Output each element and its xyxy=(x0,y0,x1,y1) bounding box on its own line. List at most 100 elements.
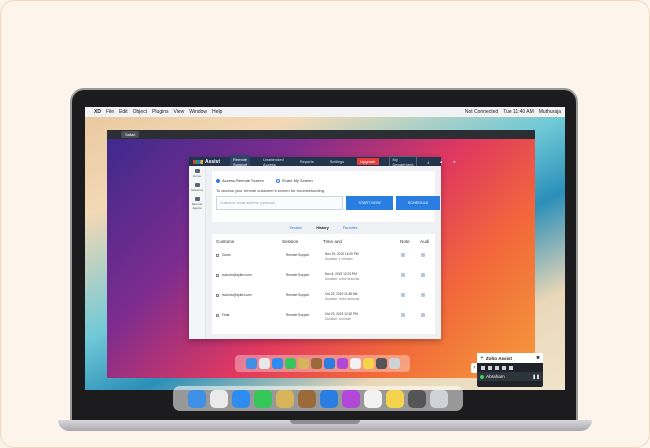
schedule-button[interactable]: SCHEDULE xyxy=(396,196,440,210)
notes-icon[interactable] xyxy=(362,358,374,369)
podcasts-icon[interactable] xyxy=(336,358,348,369)
mail-icon[interactable] xyxy=(323,358,335,369)
radio-selected-icon xyxy=(216,178,220,183)
widget-user-name: Abraham xyxy=(486,374,505,379)
radio-share-screen[interactable]: Share My Screen xyxy=(275,178,313,183)
remote-app-safari[interactable]: Safari xyxy=(121,131,140,138)
mail-icon[interactable] xyxy=(320,389,338,408)
finder-icon[interactable] xyxy=(188,389,206,408)
row-checkbox[interactable] xyxy=(216,314,219,317)
audit-icon[interactable] xyxy=(421,253,425,257)
tab-history[interactable]: History xyxy=(316,226,328,233)
online-status-icon xyxy=(480,374,484,379)
table-row[interactable]: Frida Remote Support Oct 23, 2019 12:52 PM… xyxy=(212,312,435,328)
tab-session[interactable]: Session xyxy=(290,226,303,233)
trash-icon[interactable] xyxy=(388,358,400,369)
table-header: Custome Session Time and Note Audi xyxy=(212,239,435,247)
laptop-screen: XD File Edit Object Plugins View Window … xyxy=(85,107,565,390)
tool-icon[interactable] xyxy=(481,365,485,370)
row-time: Oct 23, 2019 11:38 AM xyxy=(325,292,358,296)
row-customer: rsolomo@zylker.com xyxy=(222,293,252,297)
radio-empty-icon xyxy=(275,178,280,183)
trash-icon[interactable] xyxy=(430,389,448,408)
col-note[interactable]: Note xyxy=(400,239,410,244)
radio-label: Access Remote Screen xyxy=(222,178,264,183)
menu-object[interactable]: Object xyxy=(133,109,147,115)
menubar-clock[interactable]: Tue 11:40 AM xyxy=(503,109,534,115)
reminders-icon[interactable] xyxy=(364,389,382,408)
row-checkbox[interactable] xyxy=(216,294,219,297)
menu-file[interactable]: File xyxy=(106,109,114,115)
photos-icon[interactable] xyxy=(310,358,322,369)
notes-icon[interactable] xyxy=(386,389,404,408)
sidebar-item-home[interactable]: Home xyxy=(189,166,205,180)
connection-status[interactable]: Not Connected xyxy=(465,109,498,115)
radio-access-remote[interactable]: Access Remote Screen xyxy=(216,178,264,183)
menubar-user[interactable]: Muthuraja xyxy=(539,109,561,115)
pause-icon[interactable]: ❚❚ xyxy=(532,374,540,380)
menu-window[interactable]: Window xyxy=(189,109,207,115)
widget-toolbar xyxy=(477,363,543,372)
sidebar-item-sessions[interactable]: Sessions xyxy=(189,180,205,194)
sidebar-item-remote-agents[interactable]: Remote Agents xyxy=(189,194,205,212)
tab-reports[interactable]: Reports xyxy=(297,157,317,166)
reminders-icon[interactable] xyxy=(349,358,361,369)
widget-user-row[interactable]: Abraham ❚❚ xyxy=(477,372,543,381)
chrome-icon[interactable] xyxy=(258,358,270,369)
col-customer[interactable]: Custome xyxy=(216,239,234,244)
row-time: Nov 8, 2019 12:23 PM xyxy=(325,272,357,276)
tab-favorites[interactable]: Favorites xyxy=(343,226,358,233)
chrome-icon[interactable] xyxy=(210,389,228,408)
row-duration: Duration: 1 minutes xyxy=(325,257,353,261)
upgrade-button[interactable]: Upgrade xyxy=(357,158,379,165)
tool-icon[interactable] xyxy=(488,365,492,370)
agents-icon xyxy=(194,197,200,201)
start-now-button[interactable]: START NOW xyxy=(346,196,393,210)
brand: Assist xyxy=(193,159,220,165)
messages-icon[interactable] xyxy=(254,389,272,408)
podcasts-icon[interactable] xyxy=(342,389,360,408)
row-checkbox[interactable] xyxy=(216,274,219,277)
customer-email-input[interactable]: Customer email address (optional) xyxy=(216,196,343,210)
tab-settings[interactable]: Settings xyxy=(327,157,347,166)
col-session[interactable]: Session xyxy=(282,239,298,244)
tool-icon[interactable] xyxy=(495,365,499,370)
tool-icon[interactable] xyxy=(502,365,506,370)
audit-icon[interactable] xyxy=(421,313,425,317)
menu-help[interactable]: Help xyxy=(212,109,222,115)
audit-icon[interactable] xyxy=(421,273,425,277)
menu-view[interactable]: View xyxy=(174,109,185,115)
row-checkbox[interactable] xyxy=(216,254,219,257)
maps-icon[interactable] xyxy=(276,389,294,408)
bell-icon[interactable]: ▲ xyxy=(439,159,443,164)
audit-icon[interactable] xyxy=(421,293,425,297)
download-icon[interactable]: ⤓ xyxy=(427,159,429,164)
messages-icon[interactable] xyxy=(284,358,296,369)
app-store-icon[interactable] xyxy=(271,358,283,369)
widget-close-icon[interactable]: ✖ xyxy=(536,355,540,361)
table-row[interactable]: rsolomo@zylker.com Remote Support Oct 23, … xyxy=(212,292,435,308)
app-store-icon[interactable] xyxy=(232,389,250,408)
menu-edit[interactable]: Edit xyxy=(119,109,128,115)
note-icon[interactable] xyxy=(401,253,405,257)
menu-plugins[interactable]: Plugins xyxy=(152,109,168,115)
col-time[interactable]: Time and xyxy=(323,239,342,244)
note-icon[interactable] xyxy=(401,273,405,277)
table-row[interactable]: Guest Remote Support Nov 29, 2019 14:00 PM… xyxy=(212,252,435,268)
table-row[interactable]: rsolomo@zylker.com Remote Support Nov 8, 2… xyxy=(212,272,435,288)
col-audit[interactable]: Audi xyxy=(420,239,429,244)
photos-icon[interactable] xyxy=(298,389,316,408)
user-icon[interactable]: ● xyxy=(453,159,455,164)
tool-icon[interactable] xyxy=(509,365,513,370)
note-icon[interactable] xyxy=(401,293,405,297)
finder-icon[interactable] xyxy=(245,358,257,369)
sessions-icon xyxy=(194,183,200,187)
menu-xd[interactable]: XD xyxy=(94,109,101,115)
remote-dock xyxy=(235,355,410,372)
note-icon[interactable] xyxy=(401,313,405,317)
row-session-type: Remote Support xyxy=(286,293,310,297)
maps-icon[interactable] xyxy=(297,358,309,369)
settings-icon[interactable] xyxy=(375,358,387,369)
settings-icon[interactable] xyxy=(408,389,426,408)
row-duration: Duration: a minute xyxy=(325,317,352,321)
